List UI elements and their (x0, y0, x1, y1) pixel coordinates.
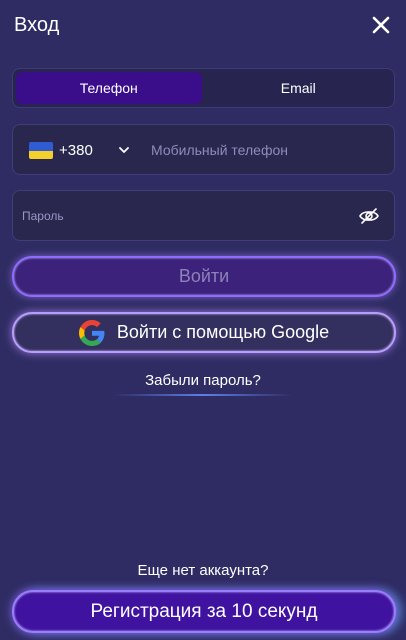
google-icon (78, 319, 105, 346)
modal-title: Вход (14, 14, 60, 36)
ukraine-flag-icon[interactable] (29, 142, 53, 159)
country-dial-code[interactable]: +380 (59, 142, 93, 159)
login-button[interactable]: Войти (12, 256, 396, 297)
eye-hidden-icon (359, 208, 379, 224)
close-icon (372, 16, 390, 34)
google-login-button[interactable]: Войти с помощью Google (12, 312, 396, 353)
tab-phone[interactable]: Телефон (16, 72, 202, 104)
google-login-label: Войти с помощью Google (116, 322, 330, 342)
tab-email[interactable]: Email (206, 72, 392, 104)
toggle-password-visibility-button[interactable] (358, 206, 380, 226)
register-button[interactable]: Регистрация за 10 секунд (12, 590, 396, 633)
chevron-down-icon[interactable] (117, 143, 131, 157)
close-button[interactable] (370, 14, 392, 36)
forgot-password-underline (113, 394, 293, 396)
no-account-text: Еще нет аккаунта? (137, 562, 269, 579)
modal-header: Вход (14, 12, 394, 40)
phone-field: +380 (12, 124, 395, 175)
phone-input[interactable] (151, 137, 381, 163)
login-modal: Вход Телефон Email +380 Войти (0, 0, 406, 640)
login-method-tabs: Телефон Email (12, 68, 395, 108)
forgot-password-link[interactable]: Забыли пароль? (0, 372, 406, 389)
password-field (12, 190, 395, 241)
password-input[interactable] (22, 203, 342, 229)
